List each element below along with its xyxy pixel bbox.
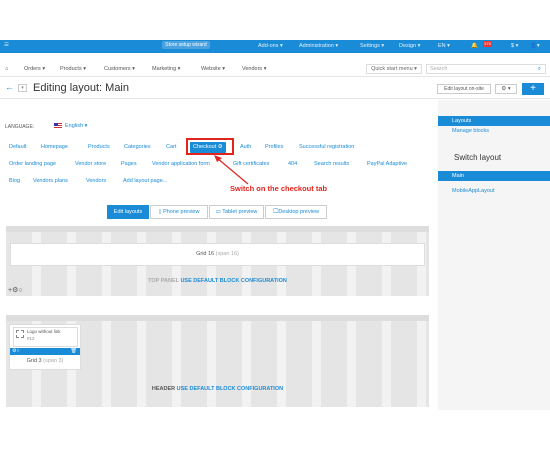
edit-layout-on-site-button[interactable]: Edit layout on-site [437, 84, 491, 94]
addons-menu[interactable]: Add-ons ▾ [258, 43, 283, 49]
annotation-text: Switch on the checkout tab [230, 184, 328, 193]
settings-menu[interactable]: Settings ▾ [360, 43, 384, 49]
container-tools[interactable]: +⚙○ [8, 286, 23, 294]
grid-3-name: Grid 3 [26, 358, 42, 364]
desktop-preview-label: Desktop preview [278, 209, 319, 215]
toggle-icon[interactable]: ○ [16, 348, 19, 354]
vendors-menu[interactable]: Vendors ▾ [242, 66, 266, 72]
tablet-preview-button[interactable]: ▭ Tablet preview [209, 205, 264, 219]
phone-preview-button[interactable]: ▯ Phone preview [150, 205, 208, 219]
search-placeholder: Search [430, 66, 448, 72]
bell-icon: 🔔 [471, 43, 478, 49]
layout-item-main[interactable]: Main [438, 171, 550, 181]
layout-editor: LANGUAGE: English ▾ Default Homepage Pro… [0, 100, 433, 410]
add-button[interactable]: + [522, 83, 544, 95]
page-title: Editing layout: Main [33, 82, 129, 94]
user-icon: 👤 [530, 43, 537, 49]
quick-start-menu[interactable]: Quick start menu ▾ [366, 64, 422, 74]
top-panel-container: Grid 16 (span 16) TOP PANEL USE DEFAULT … [6, 226, 429, 296]
block-placeholder-icon [16, 330, 24, 338]
administration-menu[interactable]: Administration ▾ [299, 43, 338, 49]
phone-preview-label: Phone preview [163, 209, 200, 215]
header-default-config-link[interactable]: USE DEFAULT BLOCK CONFIGURATION [177, 386, 283, 392]
user-menu[interactable]: 👤▾ [530, 43, 540, 49]
chevron-down-icon[interactable]: ▾ [18, 84, 27, 92]
switch-layout-heading: Switch layout [454, 153, 502, 162]
main-menu-bar: ⌂ Orders ▾ Products ▾ Customers ▾ Market… [0, 53, 550, 77]
phone-icon: ▯ [158, 209, 162, 215]
arrow-line [216, 157, 249, 185]
search-input[interactable]: Search ⌕ [426, 64, 546, 74]
top-panel-default-config-link[interactable]: USE DEFAULT BLOCK CONFIGURATION [180, 278, 286, 284]
back-arrow-icon[interactable]: ← [5, 82, 14, 92]
language-menu[interactable]: EN ▾ [438, 43, 450, 49]
top-panel-label: TOP PANEL [148, 278, 179, 284]
hamburger-icon[interactable]: ☰ [4, 42, 9, 48]
container-top-bar [6, 315, 429, 321]
edit-layouts-button[interactable]: Edit layouts [107, 205, 149, 219]
products-menu[interactable]: Products ▾ [60, 66, 86, 72]
tablet-preview-label: Tablet preview [222, 209, 258, 215]
grid-3-span: (span 3) [43, 358, 64, 364]
grid-16[interactable]: Grid 16 (span 16) [10, 243, 425, 266]
sidebar-item-layouts[interactable]: Layouts [438, 116, 550, 126]
alerts-count-badge: 375 [483, 41, 492, 47]
top-admin-bar: ☰ Store setup wizard Add-ons ▾ Administr… [0, 40, 550, 53]
desktop-preview-button[interactable]: 🖵Desktop preview [265, 205, 327, 219]
logo-block-title: Logo without link [27, 329, 61, 334]
orders-menu[interactable]: Orders ▾ [24, 66, 45, 72]
alerts-bell[interactable]: 🔔 375 [471, 41, 492, 49]
right-sidebar: Layouts Manage blocks Switch layout Main… [438, 100, 550, 410]
sidebar-item-manage-blocks[interactable]: Manage blocks [452, 128, 489, 134]
website-menu[interactable]: Website ▾ [201, 66, 225, 72]
page-header: ← ▾ Editing layout: Main Edit layout on-… [0, 77, 550, 99]
currency-menu[interactable]: $ ▾ [511, 43, 518, 49]
search-icon[interactable]: ⌕ [538, 65, 541, 73]
grid-toolbar: ⚙○ 🗑 [10, 348, 80, 355]
marketing-menu[interactable]: Marketing ▾ [152, 66, 180, 72]
header-container: Logo without link #12 ⚙○ 🗑 Grid 3 (span … [6, 315, 429, 407]
grid-16-label: Grid 16 [196, 251, 215, 257]
toggle-icon[interactable]: ○ [18, 287, 22, 294]
grid-16-span: (span 16) [215, 251, 239, 257]
header-config: HEADER USE DEFAULT BLOCK CONFIGURATION [6, 386, 429, 392]
customers-menu[interactable]: Customers ▾ [104, 66, 135, 72]
grid-3[interactable]: Logo without link #12 ⚙○ 🗑 Grid 3 (span … [9, 324, 81, 370]
container-top-bar [6, 226, 429, 232]
store-setup-wizard-button[interactable]: Store setup wizard [162, 41, 210, 49]
logo-block-id: #12 [27, 336, 35, 341]
design-menu[interactable]: Design ▾ [399, 43, 420, 49]
trash-icon[interactable]: 🗑 [71, 348, 77, 355]
settings-gear-button[interactable]: ⚙ ▾ [495, 84, 517, 94]
grid-3-label: Grid 3 (span 3) [10, 358, 80, 364]
tablet-icon: ▭ [215, 209, 221, 215]
top-panel-config: TOP PANEL USE DEFAULT BLOCK CONFIGURATIO… [6, 278, 429, 284]
layout-item-mobileapplayout[interactable]: MobileAppLayout [452, 188, 495, 194]
header-label: HEADER [151, 386, 176, 392]
user-menu-caret: ▾ [536, 43, 540, 49]
logo-block[interactable]: Logo without link #12 [13, 327, 78, 347]
home-icon[interactable]: ⌂ [5, 66, 8, 72]
